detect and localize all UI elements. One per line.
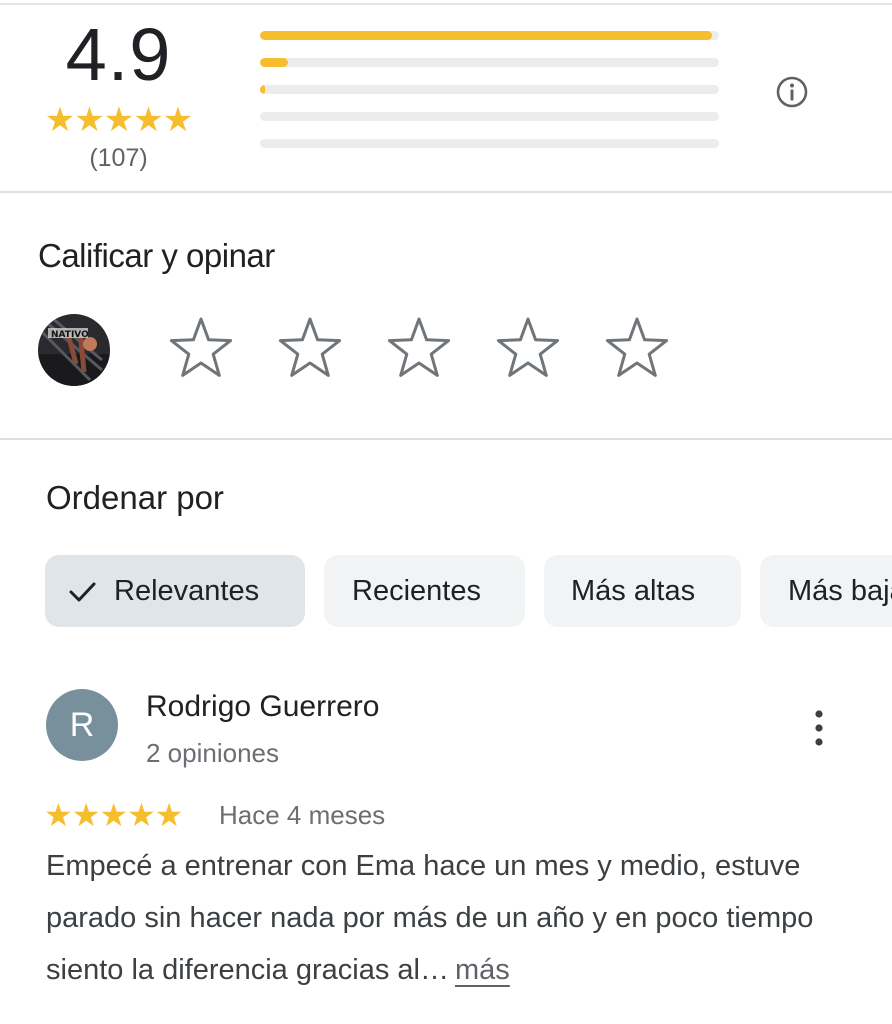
average-stars: ★★★★★ [44, 101, 193, 139]
rate-stars [166, 314, 686, 384]
reviews-panel: 4.9 ★★★★★ (107) Calificar y opinar NATIV… [0, 0, 892, 1024]
chip-mas-altas[interactable]: Más altas [544, 555, 741, 627]
rate-star-4-icon[interactable] [493, 314, 563, 384]
rate-star-2-icon[interactable] [275, 314, 345, 384]
read-more-link[interactable]: más [455, 954, 510, 986]
rating-distribution [260, 31, 719, 166]
bar-3-stars [260, 85, 719, 94]
chip-mas-bajas[interactable]: Más bajas [760, 555, 892, 627]
rate-star-1-icon[interactable] [166, 314, 236, 384]
sort-chips: Relevantes Recientes Más altas Más bajas [45, 555, 892, 627]
divider [0, 438, 892, 440]
review-text: Empecé a entrenar con Ema hace un mes y … [46, 840, 846, 996]
bar-5-stars [260, 31, 719, 40]
reviewer-name[interactable]: Rodrigo Guerrero [146, 688, 379, 726]
divider [0, 191, 892, 193]
check-icon [69, 582, 96, 602]
review-count: (107) [89, 144, 148, 172]
review-time: Hace 4 meses [219, 800, 386, 830]
chip-label: Más altas [571, 575, 696, 607]
bar-fill-3 [260, 85, 265, 94]
info-icon[interactable] [775, 75, 809, 109]
bar-2-stars [260, 112, 719, 121]
rate-star-3-icon[interactable] [384, 314, 454, 384]
review-stars: ★★★★★ [44, 797, 183, 833]
bar-fill-5 [260, 31, 713, 40]
chip-label: Relevantes [114, 575, 260, 607]
average-rating: 4.9 [65, 13, 172, 96]
chip-label: Recientes [352, 575, 481, 607]
rating-summary: 4.9 ★★★★★ (107) [0, 5, 892, 192]
chip-recientes[interactable]: Recientes [324, 555, 525, 627]
sort-title: Ordenar por [46, 479, 224, 516]
bar-1-star [260, 139, 719, 148]
chip-label: Más bajas [788, 575, 892, 607]
svg-text:NATIVO: NATIVO [51, 330, 89, 340]
review-body: Empecé a entrenar con Ema hace un mes y … [46, 850, 814, 986]
rate-star-5-icon[interactable] [602, 314, 672, 384]
bar-fill-4 [260, 58, 288, 67]
chip-relevantes[interactable]: Relevantes [45, 555, 305, 627]
bar-4-stars [260, 58, 719, 67]
reviewer-avatar[interactable]: R [46, 689, 118, 761]
reviewer-review-count: 2 opiniones [146, 738, 279, 768]
more-vert-icon[interactable] [802, 706, 836, 750]
rate-review-title: Calificar y opinar [38, 237, 275, 274]
user-avatar[interactable]: NATIVO [38, 314, 110, 386]
